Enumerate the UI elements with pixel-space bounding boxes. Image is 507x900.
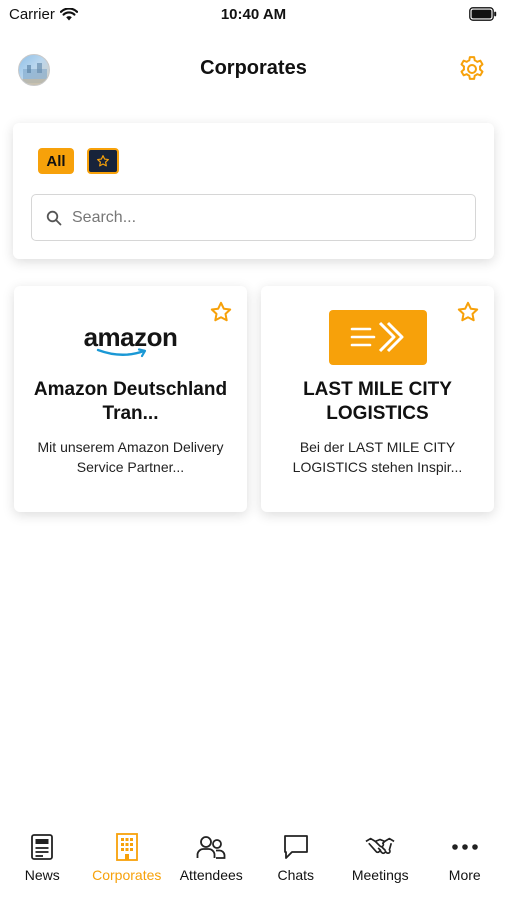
building-icon	[115, 833, 138, 861]
corporate-name: Amazon Deutschland Tran...	[33, 379, 228, 424]
tab-news[interactable]: News	[0, 830, 84, 883]
corporate-logo: amazon	[14, 308, 247, 366]
filter-favorites-chip[interactable]	[87, 148, 119, 174]
tab-corporates[interactable]: Corporates	[85, 830, 169, 883]
corporate-description: Bei der LAST MILE CITY LOGISTICS stehen …	[292, 439, 463, 475]
filter-card: All	[13, 123, 494, 259]
corporate-card[interactable]: amazon Amazon Deutschland Tran... Mit un…	[14, 286, 247, 512]
page-title: Corporates	[200, 57, 307, 79]
corporate-name: LAST MILE CITY LOGISTICS	[303, 379, 452, 424]
tab-label: More	[448, 867, 481, 883]
search-icon	[46, 210, 62, 225]
battery-icon	[469, 7, 497, 21]
tab-label: News	[24, 867, 60, 883]
filter-all-chip[interactable]: All	[38, 148, 74, 174]
chat-bubble-icon	[283, 835, 308, 859]
search-input[interactable]	[72, 208, 442, 227]
newspaper-icon	[31, 834, 54, 860]
fast-forward-arrow-icon	[350, 321, 403, 353]
tab-chats[interactable]: Chats	[254, 830, 338, 883]
handshake-icon	[365, 837, 395, 855]
tab-label: Meetings	[351, 867, 409, 883]
tab-label: Chats	[277, 867, 315, 883]
status-time: 10:40 AM	[220, 6, 287, 23]
tab-label: Attendees	[179, 867, 243, 883]
tab-label: Corporates	[92, 867, 162, 883]
bottom-tab-bar: News Corporates Attendees Chats Meetings…	[0, 830, 507, 900]
status-bar: Carrier 10:40 AM	[0, 0, 507, 30]
tab-meetings[interactable]: Meetings	[338, 830, 422, 883]
tab-more[interactable]: More	[423, 830, 507, 883]
star-icon	[97, 155, 109, 167]
corporate-description: Mit unserem Amazon Delivery Service Part…	[37, 439, 224, 475]
gear-icon[interactable]	[457, 54, 487, 84]
last-mile-city-logo	[328, 309, 427, 365]
corporate-card[interactable]: LAST MILE CITY LOGISTICS Bei der LAST MI…	[261, 286, 494, 512]
amazon-logo: amazon	[84, 324, 178, 358]
more-dots-icon	[451, 844, 478, 850]
amazon-smile-icon	[96, 348, 146, 358]
app-header: Corporates	[0, 44, 507, 94]
people-icon	[196, 836, 226, 859]
corporate-logo	[261, 308, 494, 366]
search-field[interactable]	[31, 194, 476, 241]
tab-attendees[interactable]: Attendees	[169, 830, 253, 883]
